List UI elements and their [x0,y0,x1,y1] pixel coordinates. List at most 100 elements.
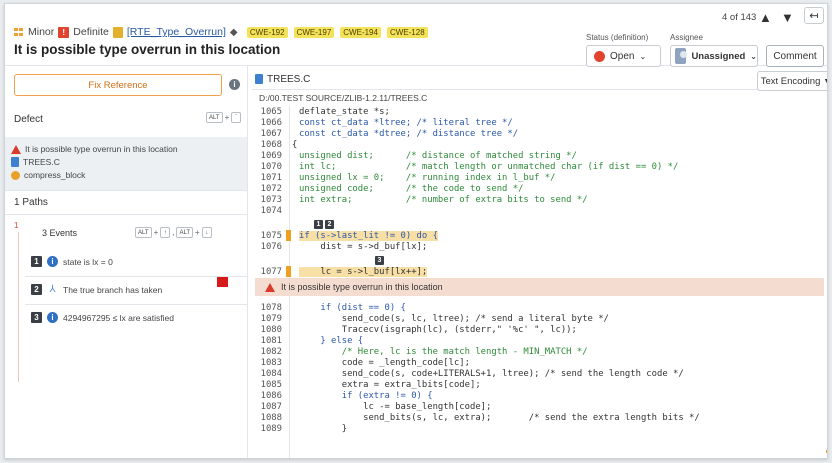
code-line: 1084 send_code(s, code+LITERALS+1, ltree… [252,368,827,379]
event-number: 3 [31,312,42,323]
event-number: 1 [31,256,42,267]
tab-trees-c[interactable]: TREES.C [252,68,310,90]
line-number: 1086 [260,390,282,401]
code-text: int extra; /* number of extra bits to se… [299,194,588,205]
certainty-icon: ! [58,26,70,38]
source-code-view[interactable]: 1065 deflate_state *s; 1066 const ct_data … [252,106,827,458]
line-number: 1088 [260,412,282,423]
code-line: 1068 { [252,139,827,150]
checker-link[interactable]: [RTE_Type_Overrun] [127,26,226,38]
code-text: lc -= base_length[code]; [299,401,492,412]
code-text: Tracecv(isgraph(lc), (stderr," '%c' ", l… [299,324,577,335]
defect-title: It is possible type overrun in this loca… [14,42,281,57]
previous-defect-icon[interactable]: ▲ [759,10,772,25]
code-line: 1069 unsigned dist; /* distance of matche… [252,150,827,161]
code-text: send_bits(s, lc, extra); /* send the ext… [299,412,700,423]
code-line: 1074 [252,205,827,216]
code-text: if (s->last_lit != 0) do { [299,230,438,241]
line-number: 1073 [260,194,282,205]
event-badge[interactable]: 3 [375,256,384,265]
next-defect-icon[interactable]: ▼ [781,10,794,25]
code-line: 1075 if (s->last_lit != 0) do { [252,230,827,241]
back-button[interactable]: ↤ [804,7,824,24]
text-encoding-dropdown[interactable]: Text Encoding ▼ [757,71,827,91]
defect-viewer-window: Minor ! Definite [RTE_Type_Overrun] ◆ CW… [4,3,828,459]
defect-summary-box[interactable]: It is possible type overrun in this loca… [5,137,247,190]
info-icon: i [47,312,58,323]
defect-banner: It is possible type overrun in this loca… [255,278,824,296]
assignee-dropdown[interactable]: Unassigned ⌄ [670,45,758,67]
code-line: 1088 send_bits(s, lc, extra); /* send th… [252,412,827,423]
cwe-tag[interactable]: CWE-197 [293,26,335,38]
event-text: 4294967295 ≤ lx are satisfied [63,312,174,323]
warning-icon [265,282,275,292]
code-text: code = _length_code[lc]; [299,357,470,368]
line-number: 1074 [260,205,282,216]
kbd-plus: + [195,228,200,237]
code-line: 1065 deflate_state *s; [252,106,827,117]
cwe-tag[interactable]: CWE-192 [246,26,288,38]
event-item[interactable]: 3 i 4294967295 ≤ lx are satisfied [31,312,174,323]
defect-message: It is possible type overrun in this loca… [25,144,178,154]
line-number: 1067 [260,128,282,139]
kbd-plus: + [153,228,159,237]
avatar-icon [675,48,688,64]
code-text: send_code(s, code+LITERALS+1, ltree); /*… [299,368,684,379]
caret-down-icon: ▼ [823,78,827,85]
code-text: lc = s->l_buf[lx++]; [299,266,428,277]
code-panel: TREES.C Text Encoding ▼ D:/00.TEST SOURC… [252,66,827,458]
line-number: 1089 [260,423,282,434]
cwe-tag[interactable]: CWE-128 [386,26,428,38]
code-line: 1078 if (dist == 0) { [252,302,827,313]
line-number: 1072 [260,183,282,194]
kbd-backtick: ` [231,112,242,123]
line-number: 1065 [260,106,282,117]
event-number: 2 [31,284,42,295]
defect-counter: 4 of 143 [722,12,757,23]
defect-banner-text: It is possible type overrun in this loca… [281,282,443,292]
chevron-down-icon: ⌄ [639,51,647,61]
defect-section-label: Defect [14,114,43,125]
defect-sidebar: Fix Reference i Defect ALT + ` It is pos… [5,66,248,458]
code-text: } [299,423,348,434]
code-line: 1082 /* Here, lc is the match length - M… [252,346,827,357]
event-item[interactable]: 2 ⅄ The true branch has taken [31,284,162,295]
line-number: 1078 [260,302,282,313]
defect-meta-row: Minor ! Definite [RTE_Type_Overrun] ◆ CW… [14,26,428,38]
info-icon[interactable]: i [229,79,240,90]
code-line: 1089 } [252,423,827,434]
fix-reference-button[interactable]: Fix Reference [14,74,222,96]
cwe-tag[interactable]: CWE-194 [340,26,381,38]
file-path: D:/00.TEST SOURCE/ZLIB-1.2.11/TREES.C [259,93,428,103]
event-badge[interactable]: 1 [314,220,323,229]
code-text: { [292,139,298,150]
event-badge[interactable]: 2 [325,220,334,229]
defect-file: TREES.C [23,157,60,167]
code-text: dist = s->d_buf[lx]; [299,241,428,252]
kbd-alt: ALT [206,112,223,123]
code-line: 1085 extra = extra_lbits[code]; [252,379,827,390]
file-tab-bar: TREES.C Text Encoding ▼ [252,68,827,91]
code-line: 1072 unsigned code; /* the code to send *… [252,183,827,194]
text-encoding-label: Text Encoding [760,75,821,87]
defect-line-marker[interactable] [217,277,228,287]
tag-icon: ◆ [229,27,238,38]
path-index[interactable]: 1 [14,221,18,230]
code-text: deflate_state *s; [299,106,390,117]
line-number: 1079 [260,313,282,324]
code-line: 1087 lc -= base_length[code]; [252,401,827,412]
scrollbar-marker[interactable] [826,450,827,453]
path-line [18,232,19,382]
status-label: Status (definition) [586,33,649,42]
event-item[interactable]: 1 i state is lx = 0 [31,256,113,267]
line-number: 1082 [260,346,282,357]
code-text: if (extra != 0) { [299,390,433,401]
status-dropdown[interactable]: Open ⌄ [586,45,661,67]
code-text: unsigned dist; /* distance of matched st… [299,150,577,161]
code-line: 1081 } else { [252,335,827,346]
status-dot-icon [594,50,605,62]
events-shortcut: ALT + ↑ , ALT + ↓ [135,227,212,238]
comment-button[interactable]: Comment [766,45,824,67]
chevron-down-icon: ⌄ [750,51,757,61]
event-text: state is lx = 0 [63,256,113,267]
